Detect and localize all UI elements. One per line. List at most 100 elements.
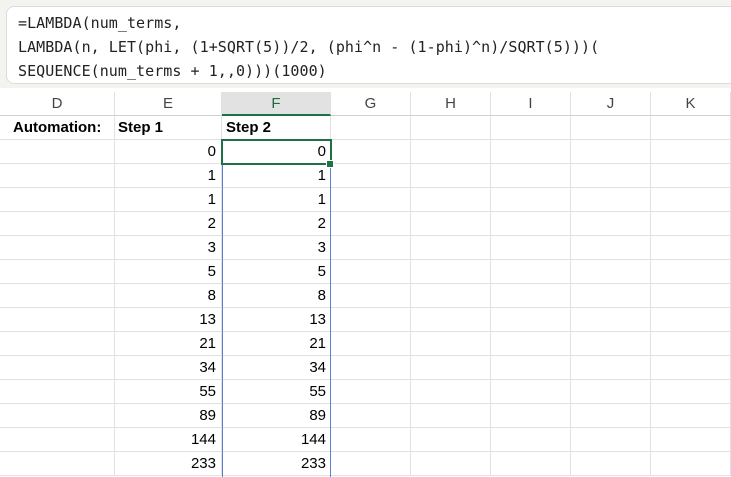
cell[interactable]	[331, 428, 411, 452]
cell[interactable]	[331, 116, 411, 140]
cell[interactable]	[331, 284, 411, 308]
cell[interactable]	[0, 188, 115, 212]
cell[interactable]	[331, 308, 411, 332]
cell[interactable]	[491, 140, 571, 164]
cell[interactable]	[491, 332, 571, 356]
fill-handle[interactable]	[326, 160, 334, 168]
cell[interactable]	[571, 164, 651, 188]
cell[interactable]	[571, 428, 651, 452]
cell[interactable]	[651, 356, 731, 380]
cell[interactable]	[491, 356, 571, 380]
cell[interactable]	[491, 380, 571, 404]
cell[interactable]	[331, 260, 411, 284]
cell[interactable]	[651, 284, 731, 308]
cell[interactable]	[491, 284, 571, 308]
cell[interactable]	[0, 140, 115, 164]
cell[interactable]	[571, 452, 651, 476]
column-header-f[interactable]: F	[222, 92, 331, 116]
cell[interactable]	[651, 164, 731, 188]
step1-value-cell[interactable]: 5	[115, 260, 222, 284]
column-header-d[interactable]: D	[0, 92, 115, 116]
cell[interactable]	[0, 260, 115, 284]
column-header-h[interactable]: H	[411, 92, 491, 116]
cell[interactable]	[491, 164, 571, 188]
step1-value-cell[interactable]: 3	[115, 236, 222, 260]
cell[interactable]	[331, 356, 411, 380]
cell[interactable]	[0, 236, 115, 260]
cell[interactable]	[651, 380, 731, 404]
cell[interactable]	[651, 260, 731, 284]
cell[interactable]	[331, 164, 411, 188]
cell[interactable]	[651, 212, 731, 236]
column-header-i[interactable]: I	[491, 92, 571, 116]
cell[interactable]	[411, 188, 491, 212]
cell[interactable]	[331, 452, 411, 476]
step1-value-cell[interactable]: 13	[115, 308, 222, 332]
cell[interactable]	[411, 236, 491, 260]
cell[interactable]	[0, 164, 115, 188]
cell[interactable]	[411, 452, 491, 476]
cell-automation-label[interactable]: Automation:	[0, 116, 115, 140]
cell[interactable]	[411, 332, 491, 356]
cell[interactable]	[491, 212, 571, 236]
step1-value-cell[interactable]: 89	[115, 404, 222, 428]
cell[interactable]	[571, 236, 651, 260]
step1-value-cell[interactable]: 233	[115, 452, 222, 476]
column-header-j[interactable]: J	[571, 92, 651, 116]
cell[interactable]	[571, 140, 651, 164]
cell[interactable]	[651, 188, 731, 212]
cell[interactable]	[0, 212, 115, 236]
formula-input[interactable]: =LAMBDA(num_terms, LAMBDA(n, LET(phi, (1…	[6, 6, 731, 84]
cell[interactable]	[491, 308, 571, 332]
cell[interactable]	[0, 380, 115, 404]
cell[interactable]	[0, 332, 115, 356]
cell[interactable]	[571, 380, 651, 404]
step1-value-cell[interactable]: 2	[115, 212, 222, 236]
cell[interactable]	[331, 140, 411, 164]
step1-value-cell[interactable]: 1	[115, 164, 222, 188]
step1-value-cell[interactable]: 8	[115, 284, 222, 308]
step1-value-cell[interactable]: 34	[115, 356, 222, 380]
cell[interactable]	[651, 116, 731, 140]
cell[interactable]	[571, 356, 651, 380]
cell[interactable]	[411, 260, 491, 284]
cell[interactable]	[0, 452, 115, 476]
active-cell-selection[interactable]	[221, 139, 332, 165]
cell[interactable]	[0, 284, 115, 308]
cell[interactable]	[491, 188, 571, 212]
cell[interactable]	[571, 116, 651, 140]
cell-step1-header[interactable]: Step 1	[115, 116, 222, 140]
cell[interactable]	[491, 236, 571, 260]
cell[interactable]	[491, 452, 571, 476]
cell[interactable]	[411, 404, 491, 428]
cell[interactable]	[411, 380, 491, 404]
cell[interactable]	[331, 188, 411, 212]
cell[interactable]	[651, 332, 731, 356]
step1-value-cell[interactable]: 144	[115, 428, 222, 452]
cell[interactable]	[411, 308, 491, 332]
cell[interactable]	[571, 212, 651, 236]
cell[interactable]	[0, 308, 115, 332]
cell-step2-header[interactable]: Step 2	[222, 116, 331, 140]
cell[interactable]	[491, 404, 571, 428]
cell[interactable]	[0, 404, 115, 428]
cell[interactable]	[571, 188, 651, 212]
column-header-e[interactable]: E	[115, 92, 222, 116]
cell[interactable]	[331, 236, 411, 260]
cell[interactable]	[411, 164, 491, 188]
cell[interactable]	[331, 212, 411, 236]
cell[interactable]	[0, 428, 115, 452]
cell[interactable]	[411, 284, 491, 308]
cell[interactable]	[331, 404, 411, 428]
cell[interactable]	[331, 332, 411, 356]
cell[interactable]	[411, 116, 491, 140]
cell[interactable]	[571, 332, 651, 356]
cell[interactable]	[491, 260, 571, 284]
step1-value-cell[interactable]: 1	[115, 188, 222, 212]
cell[interactable]	[651, 236, 731, 260]
step1-value-cell[interactable]: 21	[115, 332, 222, 356]
cell[interactable]	[571, 308, 651, 332]
step1-value-cell[interactable]: 0	[115, 140, 222, 164]
cell[interactable]	[411, 212, 491, 236]
cell[interactable]	[411, 356, 491, 380]
